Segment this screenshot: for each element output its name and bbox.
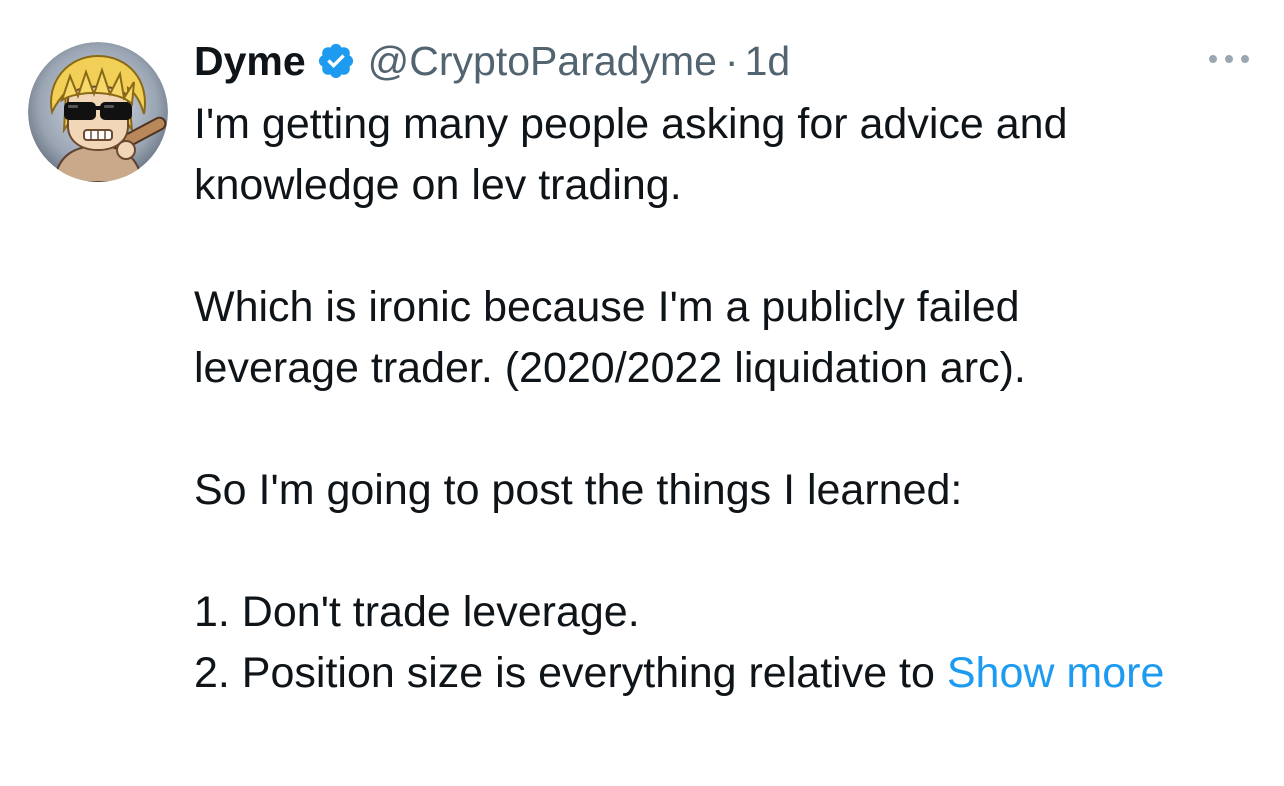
separator-dot: · [724,38,739,84]
show-more-link[interactable]: Show more [947,649,1164,697]
display-name[interactable]: Dyme [194,36,306,86]
tweet-line: I'm getting many people asking for advic… [194,100,1068,148]
avatar[interactable] [28,42,168,182]
tweet-line-with-show-more: 2. Position size is everything relative … [194,643,1254,704]
tweet-line: knowledge on lev trading. [194,161,682,209]
tweet-line: 2. Position size is everything relative … [194,649,935,697]
tweet-line: leverage trader. (2020/2022 liquidation … [194,344,1026,392]
tweet-text: I'm getting many people asking for advic… [194,94,1254,704]
verified-badge-icon[interactable] [316,41,356,81]
tweet-card[interactable]: Dyme @CryptoParadyme · 1d I'm getting ma… [0,0,1284,786]
more-dots-icon[interactable] [1206,46,1252,72]
tweet-line: So I'm going to post the things I learne… [194,466,963,514]
timestamp[interactable]: 1d [745,36,791,86]
user-handle[interactable]: @CryptoParadyme [368,36,717,86]
tweet-header: Dyme @CryptoParadyme · 1d [194,36,790,86]
tweet-line: 1. Don't trade leverage. [194,588,640,636]
tweet-line: Which is ironic because I'm a publicly f… [194,283,1020,331]
avatar-image [28,42,168,182]
